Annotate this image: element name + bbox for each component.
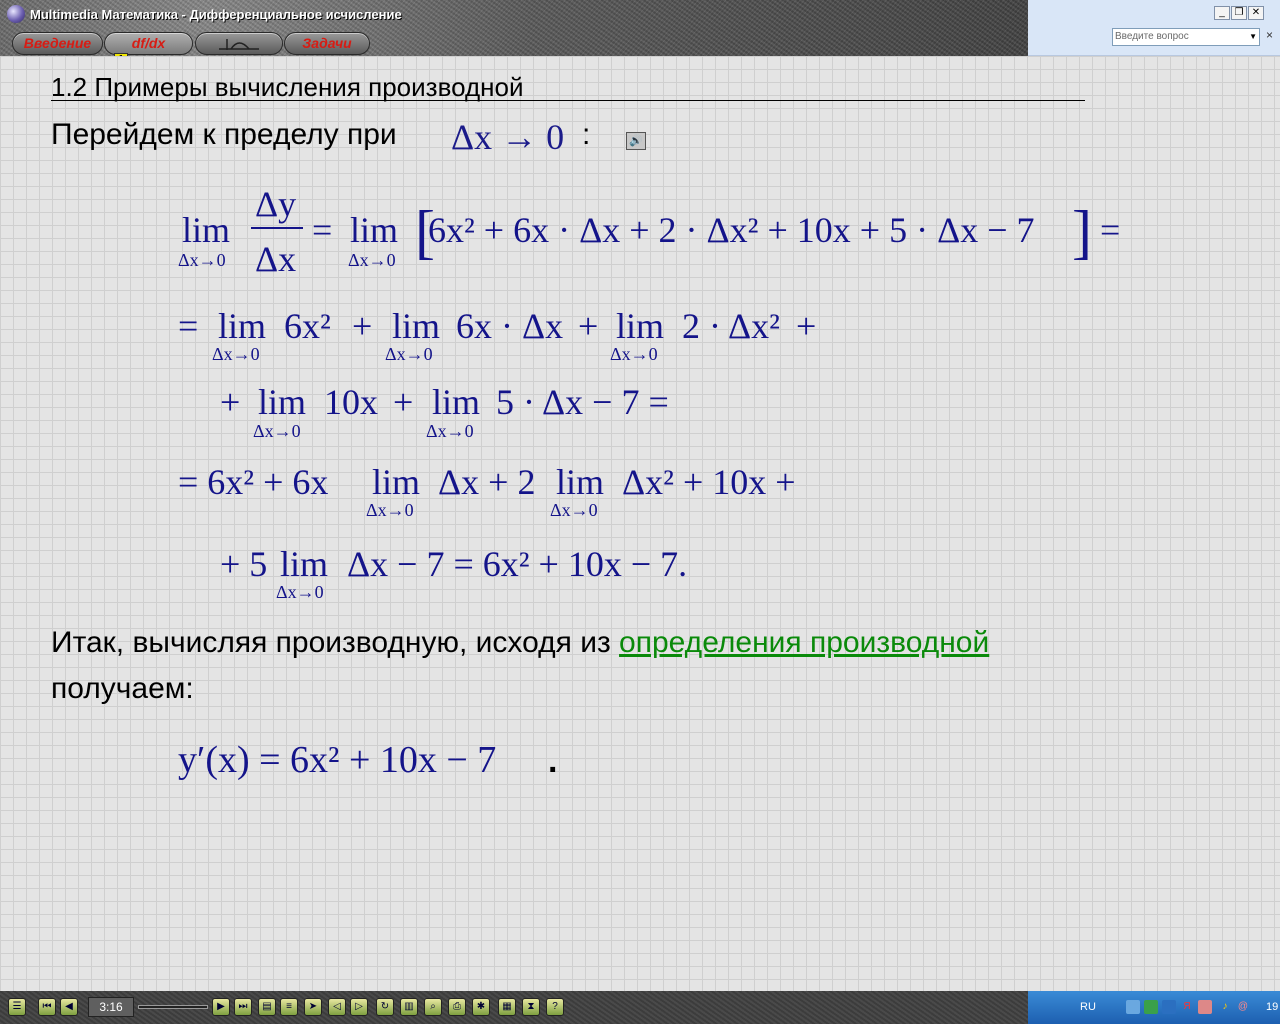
plus-2b: + [578,306,598,346]
help-icon[interactable]: ? [546,998,564,1016]
app-tray-icon[interactable]: @ [1236,1000,1250,1014]
book-icon[interactable]: ▥ [400,998,418,1016]
equals-3: = [178,306,198,346]
play-icon[interactable]: ▶ [212,998,230,1016]
media-player-bar: ☰ ⏮ ◀ 3:16 ▶ ⏭ ▤ ≡ ➤ ◁ ▷ ↻ ▥ ⌕ ⎙ ✱ ▦ ⧗ ? [0,991,1028,1024]
plus-3a: + [220,382,240,422]
line1-expression: 6x² + 6x · Δx + 2 · Δx² + 10x + 5 · Δx −… [428,210,1035,250]
lim-1b: lim [350,210,398,250]
lim-2a: lim [218,306,266,346]
line3-term-b: 5 · Δx − 7 = [496,382,669,422]
sync-icon[interactable] [1198,1000,1212,1014]
lim-sub-3b: Δx→0 [426,421,474,441]
equals-2: = [1100,210,1120,250]
graph-icon [219,39,259,50]
window-title: Multimedia Математика - Дифференциальное… [30,7,402,22]
lim-3b: lim [432,382,480,422]
plus-2a: + [352,306,372,346]
play-back-icon[interactable]: ◀ [60,998,78,1016]
security-icon[interactable] [1144,1000,1158,1014]
lim-sub-2b: Δx→0 [385,344,433,364]
line2-term-a: 6x² [284,306,331,346]
line3-term-a: 10x [324,382,378,422]
lim-sub-2c: Δx→0 [610,344,658,364]
line4-part-b: Δx + 2 [438,462,535,502]
bottom-bar: ☰ ⏮ ◀ 3:16 ▶ ⏭ ▤ ≡ ➤ ◁ ▷ ↻ ▥ ⌕ ⎙ ✱ ▦ ⧗ ?… [0,991,1280,1024]
lim-sub-3a: Δx→0 [253,421,301,441]
minimize-button[interactable]: _ [1214,6,1230,20]
menu-icon[interactable]: ☰ [8,998,26,1016]
fraction-numerator: Δy [255,184,296,224]
plus-3b: + [393,382,413,422]
clock: 19 [1266,1001,1279,1013]
formula-block: lim Δx→0 Δy Δx = lim Δx→0 [ 6x² + 6x · Δ… [178,184,1120,781]
nav-button-intro[interactable]: Введение [12,32,103,55]
tools-icon[interactable]: ✱ [472,998,490,1016]
definition-link[interactable]: определения производной [619,626,989,659]
search-icon[interactable]: ⌕ [424,998,442,1016]
list-icon[interactable]: ≡ [280,998,298,1016]
bracket-close: ] [1072,199,1092,265]
network-icon[interactable] [1126,1000,1140,1014]
help-search-placeholder: Введите вопрос [1115,31,1189,42]
monitor-icon[interactable] [1162,1000,1176,1014]
time-display: 3:16 [88,997,134,1017]
skip-back-icon[interactable]: ⏮ [38,998,56,1016]
refresh-icon[interactable]: ↻ [376,998,394,1016]
lim-1a: lim [182,210,230,250]
lim-4b: lim [556,462,604,502]
window-controls: _ ❐ ✕ [1214,6,1264,20]
system-tray: RU Я ♪ @ 19 [1028,991,1280,1024]
title-bar: Multimedia Математика - Дифференциальное… [0,0,1028,67]
line2-term-c: 2 · Δx² [682,306,780,346]
lim-sub-5a: Δx→0 [276,582,324,602]
next-icon[interactable]: ▷ [350,998,368,1016]
skip-forward-icon[interactable]: ⏭ [234,998,252,1016]
nav-button-derivative[interactable]: df/dx [104,32,193,55]
lim-2b: lim [392,306,440,346]
lim-sub-2a: Δx→0 [212,344,260,364]
close-button[interactable]: ✕ [1248,6,1264,20]
yandex-icon[interactable]: Я [1180,1000,1194,1014]
conclusion-text: Итак, вычисляя производную, исходя из оп… [51,626,989,660]
nav-button-graph[interactable] [195,32,283,55]
result-formula: y′(x) = 6x² + 10x − 7 [178,739,496,781]
equals-1: = [312,210,332,250]
lim-sub-4a: Δx→0 [366,500,414,520]
plus-2d: + [796,306,816,346]
lim-2c: lim [616,306,664,346]
conclusion-suffix: получаем: [51,672,194,705]
restore-button[interactable]: ❐ [1231,6,1247,20]
slide-content: 1.2 Примеры вычисления производной Перей… [0,56,1280,991]
conclusion-prefix: Итак, вычисляя производную, исходя из [51,626,611,659]
pointer-icon[interactable]: ➤ [304,998,322,1016]
lim-sub-1a: Δx→0 [178,250,226,270]
line4-part-c: Δx² + 10x + [622,462,796,502]
language-indicator[interactable]: RU [1080,1001,1096,1013]
nav-button-tasks[interactable]: Задачи [284,32,370,55]
lim-5a: lim [280,544,328,584]
sound-tray-icon[interactable]: ♪ [1218,1000,1232,1014]
dropdown-arrow-icon[interactable]: ▼ [1249,29,1257,45]
line2-term-b: 6x · Δx [456,306,563,346]
lim-3a: lim [258,382,306,422]
notes-icon[interactable]: ▦ [498,998,516,1016]
timer-icon[interactable]: ⧗ [522,998,540,1016]
line5-part-a: + 5 [220,544,267,584]
result-dot: . [548,742,557,780]
print-icon[interactable]: ⎙ [448,998,466,1016]
slides-icon[interactable]: ▤ [258,998,276,1016]
help-search-input[interactable]: Введите вопрос ▼ [1112,28,1260,46]
lim-sub-4b: Δx→0 [550,500,598,520]
fraction-denominator: Δx [255,239,296,279]
line4-part-a: = 6x² + 6x [178,462,328,502]
line5-part-b: Δx − 7 = 6x² + 10x − 7. [347,544,687,584]
lim-4a: lim [372,462,420,502]
help-close-icon[interactable]: × [1266,28,1273,42]
app-icon [7,5,25,23]
seek-slider[interactable] [138,1005,208,1009]
lim-sub-1b: Δx→0 [348,250,396,270]
prev-icon[interactable]: ◁ [328,998,346,1016]
